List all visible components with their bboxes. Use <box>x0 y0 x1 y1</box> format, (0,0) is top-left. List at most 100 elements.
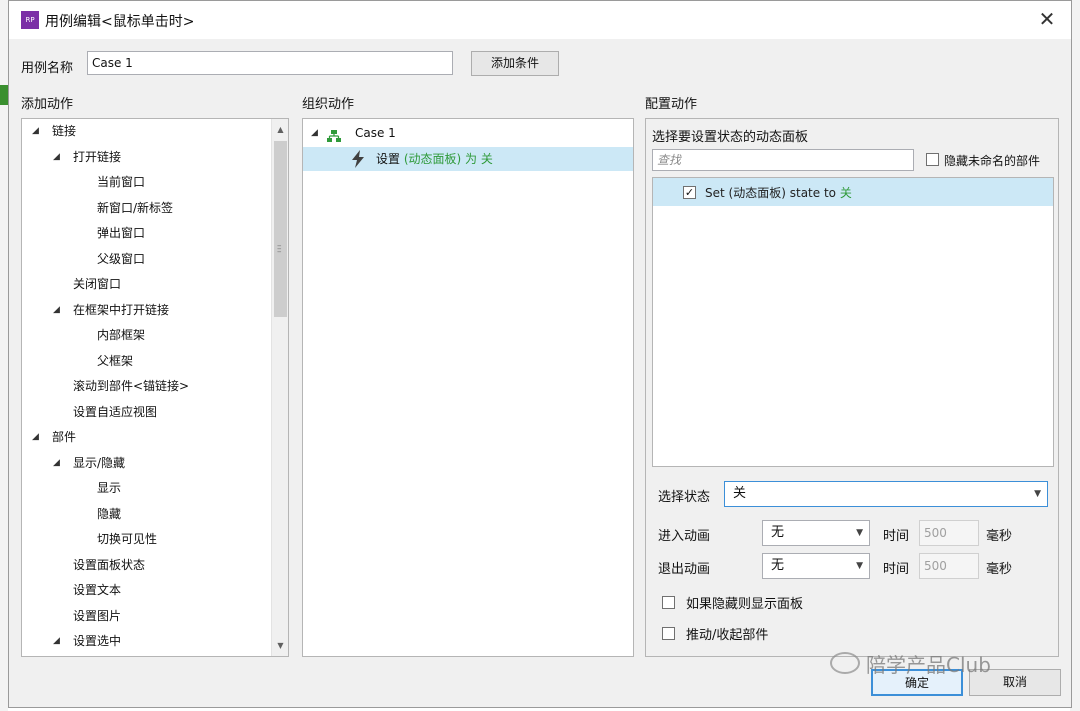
push-pull-label: 推动/收起部件 <box>686 628 769 643</box>
tree-item-label: 滚动到部件<锚链接> <box>73 379 190 393</box>
expand-triangle-icon[interactable]: ◢ <box>53 630 63 652</box>
tree-item-label: 显示/隐藏 <box>73 455 126 470</box>
tree-item[interactable]: ◢ 打开链接 <box>22 146 270 168</box>
exit-animation-label: 退出动画 <box>658 562 711 577</box>
tree-item[interactable]: 当前窗口 <box>22 171 270 193</box>
tree-item[interactable]: ◢ 显示/隐藏 <box>22 452 270 474</box>
tree-item[interactable]: 关闭窗口 <box>22 273 270 295</box>
select-state-dropdown[interactable]: 关 ▼ <box>724 481 1048 507</box>
tree-scrollbar[interactable]: ▲ – – – ▼ <box>271 119 288 656</box>
expand-triangle-icon[interactable]: ◢ <box>311 122 321 144</box>
expand-triangle-icon[interactable]: ◢ <box>53 452 63 474</box>
tree-item-label: 弹出窗口 <box>97 226 146 240</box>
configure-panel-heading: 选择要设置状态的动态面板 <box>652 130 809 145</box>
tree-item[interactable]: 新窗口/新标签 <box>22 197 270 219</box>
tree-item-label: 部件 <box>52 430 77 444</box>
tree-item[interactable]: ◢ 在框架中打开链接 <box>22 299 270 321</box>
action-description: 设置 (动态面板) 为 关 <box>376 147 493 171</box>
tree-item[interactable]: 隐藏 <box>22 503 270 525</box>
item-target: (动态面板) <box>728 186 786 200</box>
chevron-down-icon: ▼ <box>1034 489 1041 499</box>
tree-item[interactable]: ◢ 部件 <box>22 426 270 448</box>
item-description: Set (动态面板) state to 关 <box>705 184 852 201</box>
show-if-hidden-checkbox[interactable] <box>662 596 675 609</box>
action-prefix: 设置 <box>376 152 401 166</box>
watermark: 陪学产品Club <box>830 645 991 681</box>
wechat-icon <box>830 652 860 674</box>
tree-item-label: 打开链接 <box>73 149 122 164</box>
case-editor-dialog: RP 用例编辑<鼠标单击时> ✕ 用例名称 Case 1 添加条件 添加动作 组… <box>8 0 1072 708</box>
lightning-icon <box>351 150 365 168</box>
list-item[interactable]: ✓ Set (动态面板) state to 关 <box>653 178 1053 206</box>
scroll-thumb[interactable]: – – – <box>274 141 287 317</box>
expand-triangle-icon[interactable]: ◢ <box>32 426 42 448</box>
tree-item-label: 在框架中打开链接 <box>73 302 170 317</box>
search-input[interactable]: 查找 <box>652 149 914 171</box>
add-condition-button[interactable]: 添加条件 <box>471 51 559 76</box>
tree-item[interactable]: ◢ 设置选中 <box>22 630 270 652</box>
hide-unnamed-checkbox[interactable] <box>926 153 939 166</box>
item-value: 关 <box>839 186 852 200</box>
add-action-tree[interactable]: ◢ 设置选中 设置图片 设置文本 设置面板状态 切换可见性 隐藏 显示 ◢ 显示/隐藏 ◢ 部件 设置自… <box>21 118 289 657</box>
exit-ms-label: 毫秒 <box>986 562 1013 577</box>
tree-item[interactable]: 设置文本 <box>22 579 270 601</box>
axure-app-icon: RP <box>21 11 39 29</box>
tree-item-label: 内部框架 <box>97 328 146 342</box>
tree-item-label: 切换可见性 <box>97 532 158 546</box>
tree-item[interactable]: 弹出窗口 <box>22 222 270 244</box>
organize-action-heading: 组织动作 <box>302 97 355 112</box>
action-row[interactable]: 设置 (动态面板) 为 关 <box>303 147 633 171</box>
expand-triangle-icon[interactable]: ◢ <box>53 299 63 321</box>
tree-item[interactable]: 父框架 <box>22 350 270 372</box>
tree-item-label: 当前窗口 <box>97 175 146 189</box>
enter-time-label: 时间 <box>883 529 910 544</box>
tree-item-label: 链接 <box>52 124 77 138</box>
scroll-down-icon[interactable]: ▼ <box>272 637 288 654</box>
tree-item-label: 设置面板状态 <box>73 557 146 572</box>
item-checkbox[interactable]: ✓ <box>683 186 696 199</box>
configure-action-panel: 选择要设置状态的动态面板 查找 隐藏未命名的部件 ✓ Set (动态面板) st… <box>645 118 1059 657</box>
tree-item[interactable]: ◢ 链接 <box>22 120 270 142</box>
case-name-input[interactable]: Case 1 <box>87 51 453 75</box>
action-target: (动态面板) <box>403 152 462 166</box>
case-name-label: 用例名称 <box>21 61 74 76</box>
expand-triangle-icon[interactable]: ◢ <box>53 146 63 168</box>
enter-ms-label: 毫秒 <box>986 529 1013 544</box>
enter-time-input[interactable]: 500 <box>919 520 979 546</box>
action-middle: 为 <box>465 152 478 166</box>
expand-triangle-icon[interactable]: ◢ <box>32 120 42 142</box>
tree-item[interactable]: 切换可见性 <box>22 528 270 550</box>
enter-animation-dropdown[interactable]: 无 ▼ <box>762 520 870 546</box>
tree-item[interactable]: 父级窗口 <box>22 248 270 270</box>
exit-time-input[interactable]: 500 <box>919 553 979 579</box>
tree-item-label: 设置自适应视图 <box>73 404 158 419</box>
case-label: Case 1 <box>355 126 396 140</box>
tree-item-label: 设置图片 <box>73 608 122 623</box>
dynamic-panel-list[interactable]: ✓ Set (动态面板) state to 关 <box>652 177 1054 467</box>
tree-item-label: 设置选中 <box>73 634 122 648</box>
close-icon[interactable]: ✕ <box>1035 7 1059 31</box>
background-green-strip <box>0 85 8 105</box>
enter-animation-value: 无 <box>771 525 785 540</box>
tree-item[interactable]: 滚动到部件<锚链接> <box>22 375 270 397</box>
add-action-heading: 添加动作 <box>21 97 74 112</box>
watermark-text: 陪学产品Club <box>866 652 991 677</box>
tree-item[interactable]: 设置图片 <box>22 605 270 627</box>
select-state-value: 关 <box>733 486 747 501</box>
scroll-up-icon[interactable]: ▲ <box>272 121 288 138</box>
case-row[interactable]: ◢ Case 1 <box>303 122 633 144</box>
tree-item[interactable]: 设置面板状态 <box>22 554 270 576</box>
tree-item-label: 关闭窗口 <box>73 277 122 291</box>
exit-animation-dropdown[interactable]: 无 ▼ <box>762 553 870 579</box>
tree-item[interactable]: 内部框架 <box>22 324 270 346</box>
exit-animation-value: 无 <box>771 558 785 573</box>
tree-item-label: 设置文本 <box>73 583 122 597</box>
action-value: 关 <box>480 152 493 166</box>
tree-item[interactable]: 设置自适应视图 <box>22 401 270 423</box>
enter-animation-label: 进入动画 <box>658 529 711 544</box>
tree-item-label: 显示 <box>97 481 122 495</box>
item-prefix: Set <box>705 186 725 200</box>
push-pull-checkbox[interactable] <box>662 627 675 640</box>
grip-icon: – – – <box>277 241 282 257</box>
tree-item[interactable]: 显示 <box>22 477 270 499</box>
